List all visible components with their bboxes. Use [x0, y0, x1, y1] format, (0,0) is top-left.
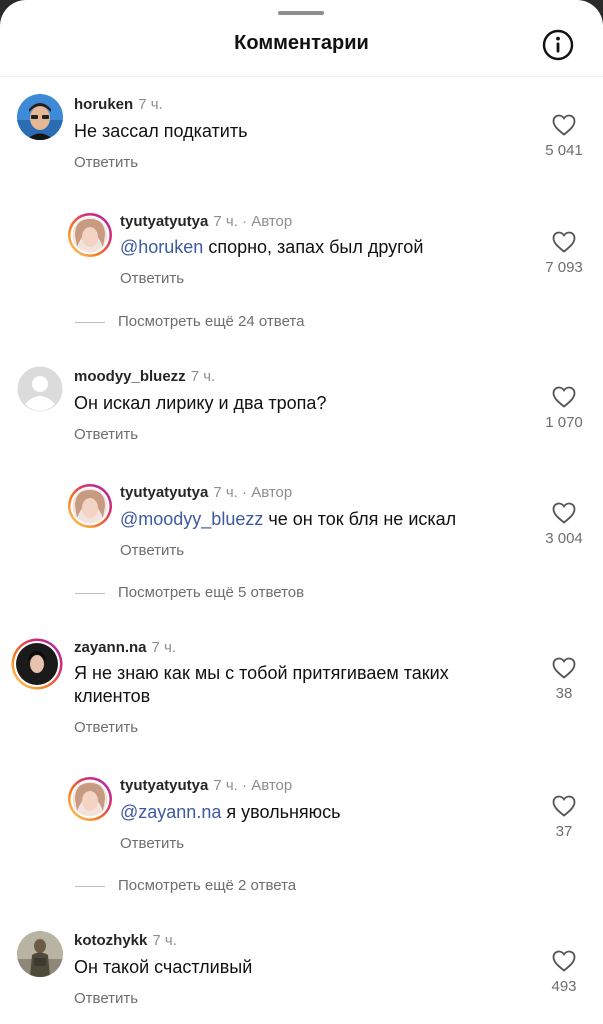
author-badge: · Автор	[242, 484, 293, 501]
comment-meta: horuken 7 ч.	[74, 96, 163, 113]
like-button[interactable]: 493	[534, 950, 594, 995]
username[interactable]: tyutyatyutya	[120, 213, 208, 230]
reply-meta: tyutyatyutya 7 ч. · Автор	[120, 777, 292, 794]
mention-link[interactable]: @zayann.na	[120, 802, 221, 822]
like-button[interactable]: 38	[534, 657, 594, 702]
divider-line	[75, 886, 105, 887]
heart-icon[interactable]	[552, 386, 576, 408]
timestamp: 7 ч.	[151, 639, 177, 656]
reply-body: спорно, запах был другой	[203, 237, 424, 257]
reply-text: @moodyy_bluezz че он ток бля не искал	[120, 508, 560, 531]
divider-line	[75, 322, 105, 323]
like-button[interactable]: 37	[534, 795, 594, 840]
username[interactable]: horuken	[74, 96, 133, 113]
reply-text: @zayann.na я увольняюсь	[120, 801, 560, 824]
heart-icon[interactable]	[552, 114, 576, 136]
reply-button[interactable]: Ответить	[74, 719, 138, 736]
comment-text: Он искал лирику и два тропа?	[74, 393, 327, 413]
username[interactable]: tyutyatyutya	[120, 777, 208, 794]
page-title: Комментарии	[234, 32, 369, 54]
reply-button[interactable]: Ответить	[120, 542, 184, 559]
view-more-label[interactable]: Посмотреть ещё 5 ответов	[118, 584, 304, 601]
like-count: 3 004	[545, 530, 583, 547]
author-badge: · Автор	[242, 777, 293, 794]
reply-button[interactable]: Ответить	[120, 270, 184, 287]
heart-icon[interactable]	[552, 795, 576, 817]
avatar[interactable]	[67, 483, 113, 529]
reply-button[interactable]: Ответить	[74, 426, 138, 443]
username[interactable]: tyutyatyutya	[120, 484, 208, 501]
like-count: 7 093	[545, 259, 583, 276]
timestamp: 7 ч.	[152, 932, 177, 949]
mention-link[interactable]: @moodyy_bluezz	[120, 509, 263, 529]
avatar[interactable]	[11, 638, 63, 690]
comments-sheet: Комментарии horuken 7 ч. Не зассал подкат…	[0, 0, 603, 1024]
header-divider	[0, 76, 603, 77]
like-button[interactable]: 3 004	[534, 502, 594, 547]
username[interactable]: zayann.na	[74, 639, 147, 656]
like-count: 1 070	[545, 414, 583, 431]
drag-handle[interactable]	[278, 11, 324, 15]
reply-body: че он ток бля не искал	[263, 509, 457, 529]
like-button[interactable]: 1 070	[534, 386, 594, 431]
mention-link[interactable]: @horuken	[120, 237, 203, 257]
avatar[interactable]	[17, 94, 63, 140]
avatar[interactable]	[17, 931, 63, 977]
comment-text: Он такой счастливый	[74, 957, 253, 977]
reply-button[interactable]: Ответить	[74, 990, 138, 1007]
view-more-label[interactable]: Посмотреть ещё 2 ответа	[118, 877, 296, 894]
like-count: 37	[555, 823, 573, 840]
timestamp: 7 ч.	[213, 213, 238, 230]
reply-text: @horuken спорно, запах был другой	[120, 236, 560, 259]
avatar[interactable]	[67, 776, 113, 822]
divider-line	[75, 593, 105, 594]
heart-icon[interactable]	[552, 231, 576, 253]
reply-button[interactable]: Ответить	[120, 835, 184, 852]
avatar[interactable]	[67, 212, 113, 258]
timestamp: 7 ч.	[213, 777, 238, 794]
avatar[interactable]	[17, 366, 63, 412]
heart-icon[interactable]	[552, 950, 576, 972]
author-badge: · Автор	[242, 213, 293, 230]
like-count: 38	[555, 685, 573, 702]
comment-meta: kotozhykk 7 ч.	[74, 932, 177, 949]
comment-text: Не зассал подкатить	[74, 121, 248, 141]
comment-meta: moodyy_bluezz 7 ч.	[74, 368, 215, 385]
comment-meta: zayann.na 7 ч.	[74, 639, 176, 656]
like-count: 493	[551, 978, 577, 995]
reply-meta: tyutyatyutya 7 ч. · Автор	[120, 484, 292, 501]
like-button[interactable]: 5 041	[534, 114, 594, 159]
timestamp: 7 ч.	[213, 484, 238, 501]
like-count: 5 041	[545, 142, 583, 159]
reply-meta: tyutyatyutya 7 ч. · Автор	[120, 213, 292, 230]
like-button[interactable]: 7 093	[534, 231, 594, 276]
view-more-label[interactable]: Посмотреть ещё 24 ответа	[118, 313, 304, 330]
info-icon[interactable]	[542, 29, 574, 61]
username[interactable]: kotozhykk	[74, 932, 147, 949]
reply-body: я увольняюсь	[221, 802, 341, 822]
timestamp: 7 ч.	[138, 96, 163, 113]
comment-text: Я не знаю как мы с тобой притягиваем так…	[74, 663, 449, 706]
heart-icon[interactable]	[552, 502, 576, 524]
username[interactable]: moodyy_bluezz	[74, 368, 186, 385]
heart-icon[interactable]	[552, 657, 576, 679]
timestamp: 7 ч.	[190, 368, 216, 385]
reply-button[interactable]: Ответить	[74, 154, 138, 171]
